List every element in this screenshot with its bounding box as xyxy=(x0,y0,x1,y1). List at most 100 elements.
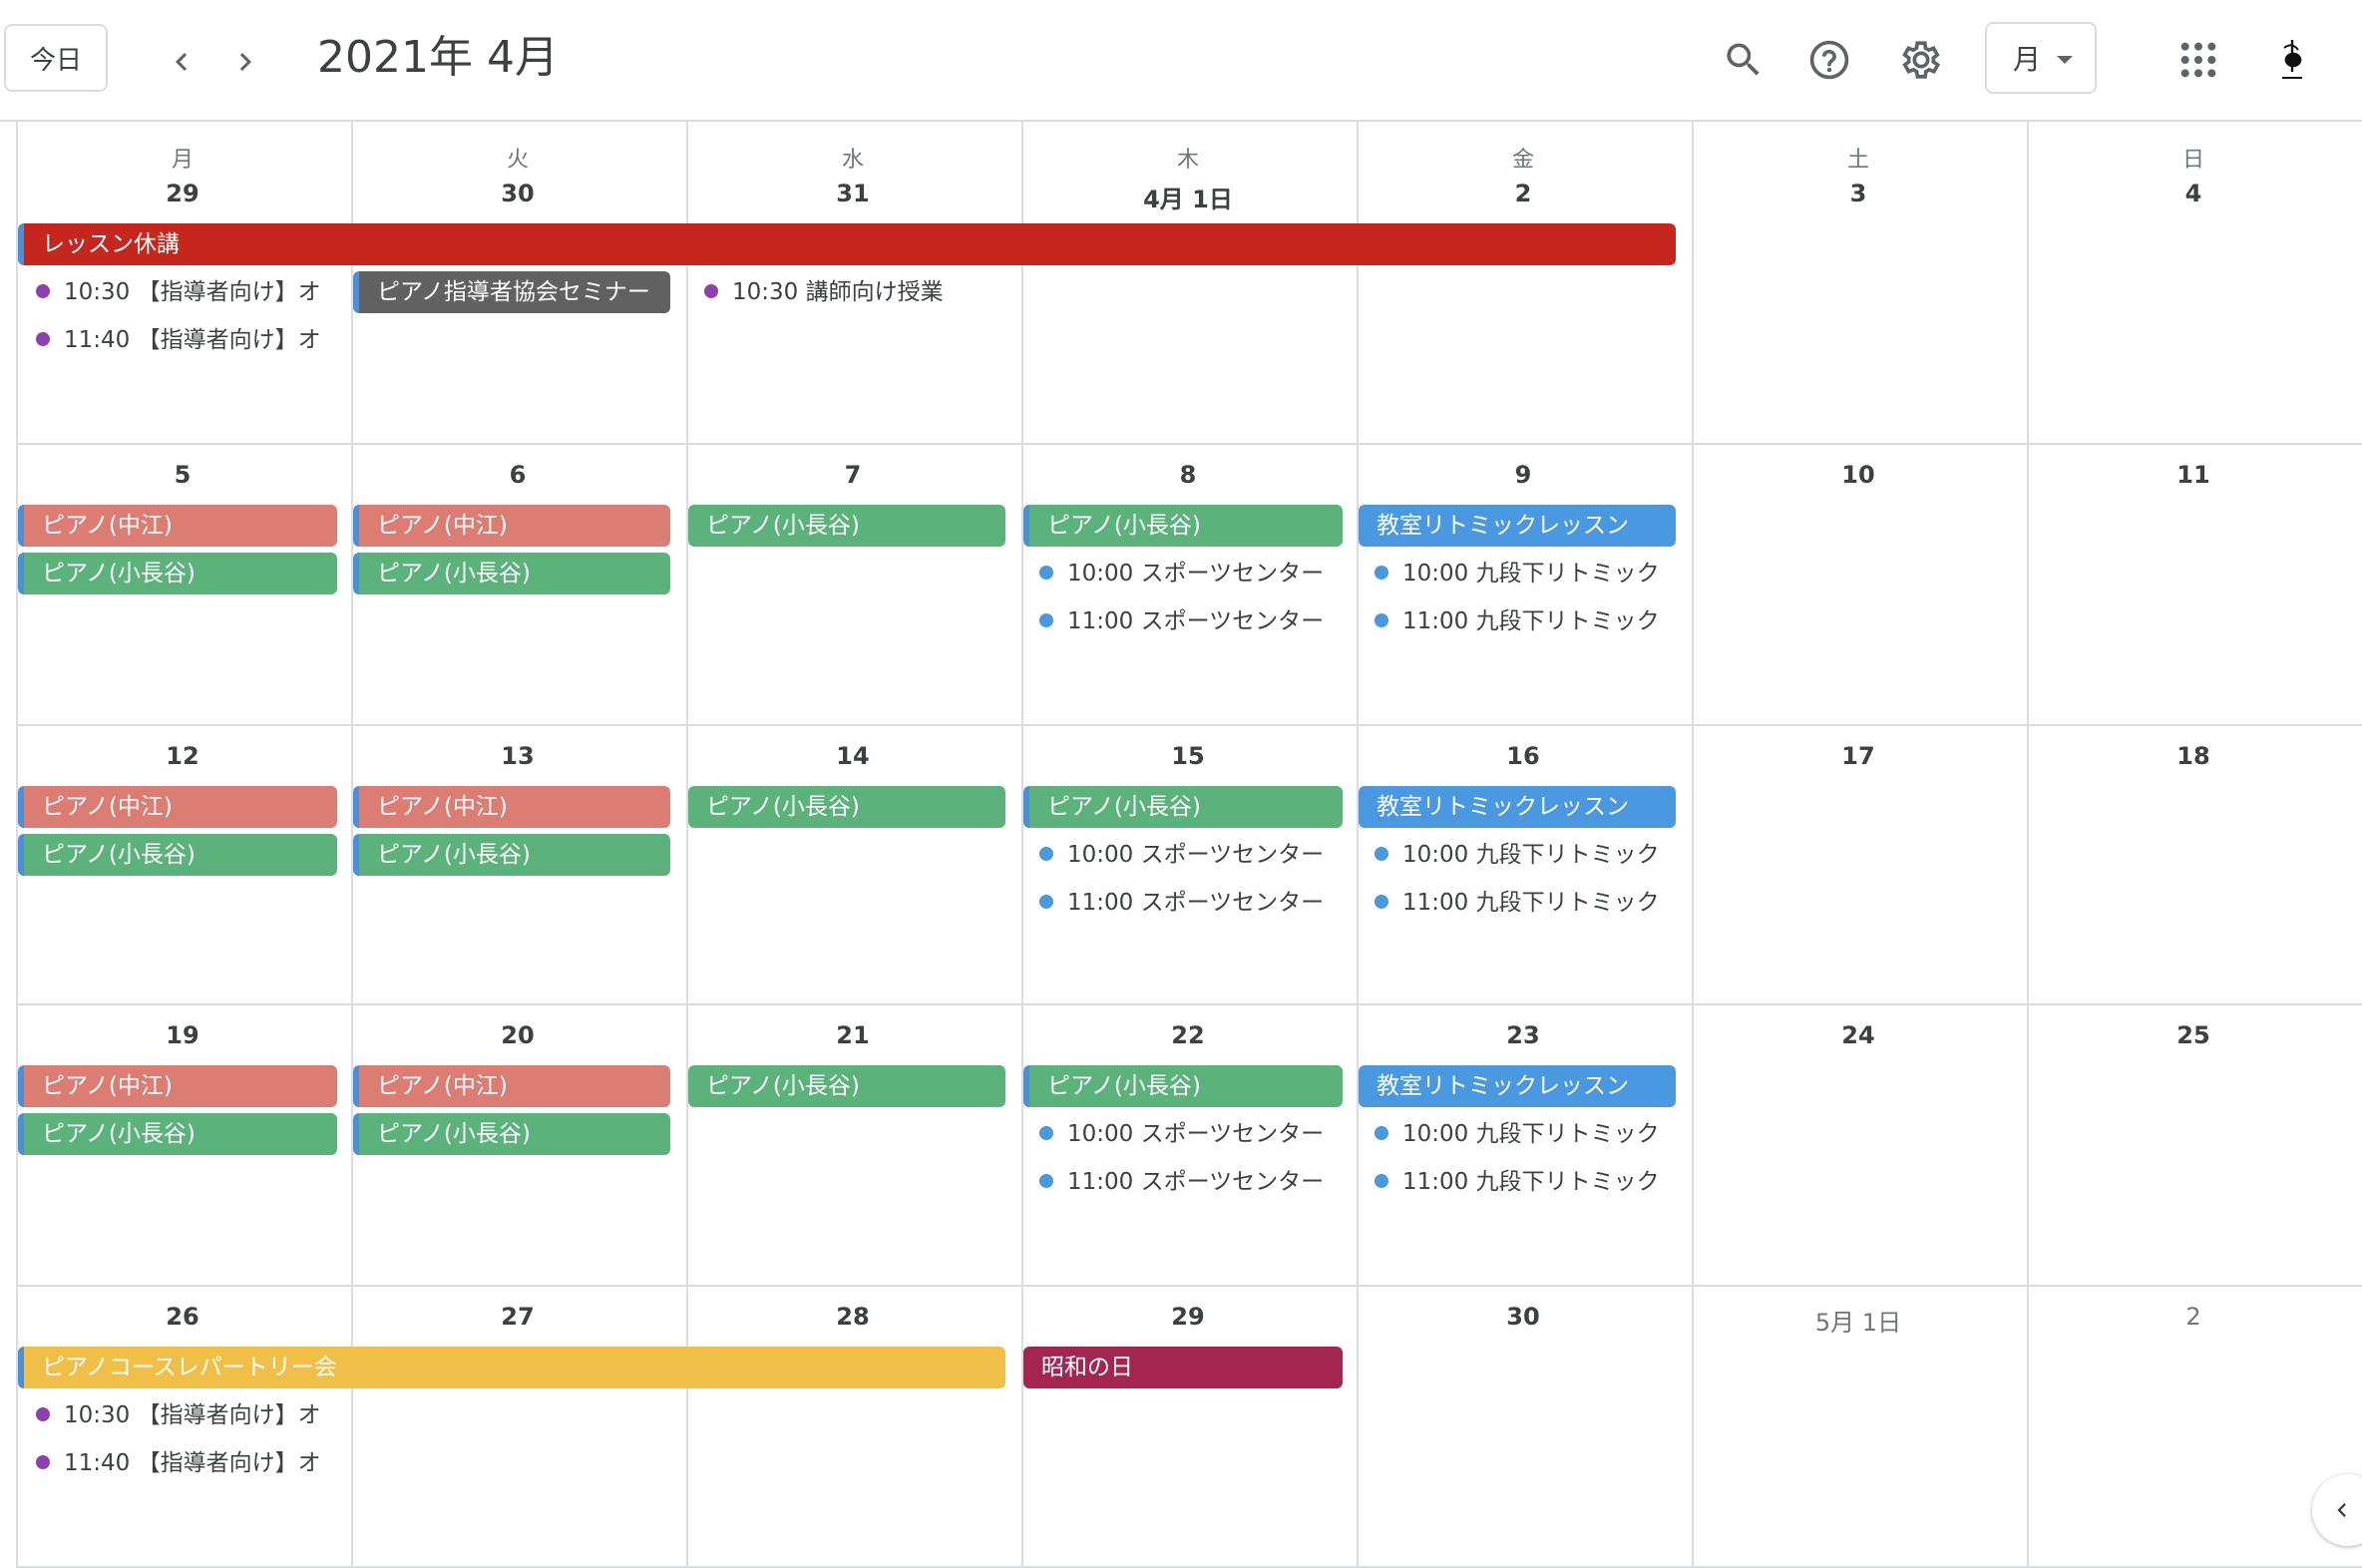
day-number[interactable]: 16 xyxy=(1357,742,1690,770)
day-number[interactable]: 27 xyxy=(351,1303,684,1331)
event-dot xyxy=(1039,1125,1053,1140)
event-chip[interactable]: ピアノ(中江) xyxy=(18,1065,337,1107)
event-label: 11:00 スポーツセンター xyxy=(1067,1169,1325,1195)
day-number[interactable]: 2 xyxy=(2027,1303,2360,1331)
day-number[interactable]: 7 xyxy=(686,461,1019,489)
day-number[interactable]: 4月 1日 xyxy=(1021,180,1355,214)
event-chip[interactable]: ピアノ(小長谷) xyxy=(18,1113,337,1155)
day-number[interactable]: 30 xyxy=(1357,1303,1690,1331)
day-number[interactable]: 19 xyxy=(16,1021,349,1049)
event-chip[interactable]: ピアノ(中江) xyxy=(18,786,337,828)
prev-month-button[interactable] xyxy=(154,34,209,90)
day-number[interactable]: 31 xyxy=(686,180,1019,207)
day-number[interactable]: 10 xyxy=(1692,461,2025,489)
day-number[interactable]: 6 xyxy=(351,461,684,489)
help-button[interactable] xyxy=(1797,28,1861,92)
day-number[interactable]: 26 xyxy=(16,1303,349,1331)
event-chip[interactable]: ピアノ指導者協会セミナー xyxy=(353,271,670,313)
account-button[interactable] xyxy=(2260,28,2324,92)
day-number[interactable]: 3 xyxy=(1692,180,2025,207)
day-number[interactable]: 24 xyxy=(1692,1021,2025,1049)
event-item[interactable]: 11:00 スポーツセンター xyxy=(1039,1161,1355,1203)
event-chip[interactable]: ピアノ(中江) xyxy=(353,786,670,828)
event-item[interactable]: 10:30 【指導者向け】オ xyxy=(36,1394,347,1436)
event-chip[interactable]: ピアノ(小長谷) xyxy=(1023,505,1343,547)
day-number[interactable]: 17 xyxy=(1692,742,2025,770)
event-chip[interactable]: ピアノ(小長谷) xyxy=(688,786,1005,828)
event-item[interactable]: 10:30 講師向け授業 xyxy=(704,271,1015,313)
event-chip[interactable]: ピアノ(小長谷) xyxy=(353,1113,670,1155)
day-number[interactable]: 28 xyxy=(686,1303,1019,1331)
day-number[interactable]: 30 xyxy=(351,180,684,207)
event-item[interactable]: 10:00 スポーツセンター xyxy=(1039,553,1355,594)
event-item[interactable]: 11:00 スポーツセンター xyxy=(1039,882,1355,924)
search-button[interactable] xyxy=(1712,28,1775,92)
event-dot xyxy=(1039,565,1053,580)
today-button[interactable]: 今日 xyxy=(4,24,108,92)
event-item[interactable]: 11:00 九段下リトミック xyxy=(1375,882,1690,924)
day-number[interactable]: 18 xyxy=(2027,742,2360,770)
event-chip[interactable]: ピアノ(小長谷) xyxy=(353,834,670,876)
event-chip[interactable]: ピアノ(小長谷) xyxy=(1023,1065,1343,1107)
event-chip[interactable]: レッスン休講 xyxy=(18,223,1676,265)
event-chip[interactable]: ピアノ(小長谷) xyxy=(18,553,337,594)
day-number[interactable]: 12 xyxy=(16,742,349,770)
event-chip[interactable]: 教室リトミックレッスン xyxy=(1359,505,1676,547)
day-number[interactable]: 21 xyxy=(686,1021,1019,1049)
day-number[interactable]: 5 xyxy=(16,461,349,489)
day-number[interactable]: 22 xyxy=(1021,1021,1355,1049)
event-label: 10:00 スポーツセンター xyxy=(1067,842,1325,868)
event-chip[interactable]: 昭和の日 xyxy=(1023,1347,1343,1388)
day-number[interactable]: 11 xyxy=(2027,461,2360,489)
event-dot xyxy=(1375,894,1388,909)
event-chip[interactable]: ピアノ(小長谷) xyxy=(353,553,670,594)
day-number[interactable]: 8 xyxy=(1021,461,1355,489)
event-chip[interactable]: ピアノ(小長谷) xyxy=(1023,786,1343,828)
day-number[interactable]: 2 xyxy=(1357,180,1690,207)
event-item[interactable]: 10:00 スポーツセンター xyxy=(1039,834,1355,876)
day-number[interactable]: 15 xyxy=(1021,742,1355,770)
day-number[interactable]: 25 xyxy=(2027,1021,2360,1049)
settings-button[interactable] xyxy=(1889,28,1953,92)
help-icon xyxy=(1809,40,1849,80)
day-number[interactable]: 13 xyxy=(351,742,684,770)
page-title: 2021年 4月 xyxy=(317,32,559,83)
event-chip[interactable]: 教室リトミックレッスン xyxy=(1359,1065,1676,1107)
event-item[interactable]: 10:00 九段下リトミック xyxy=(1375,553,1690,594)
day-number[interactable]: 23 xyxy=(1357,1021,1690,1049)
event-item[interactable]: 11:00 九段下リトミック xyxy=(1375,1161,1690,1203)
event-item[interactable]: 10:00 九段下リトミック xyxy=(1375,834,1690,876)
event-item[interactable]: 10:00 九段下リトミック xyxy=(1375,1113,1690,1155)
day-number[interactable]: 9 xyxy=(1357,461,1690,489)
event-chip[interactable]: ピアノ(小長谷) xyxy=(18,834,337,876)
event-chip[interactable]: ピアノ(中江) xyxy=(18,505,337,547)
event-chip[interactable]: ピアノ(小長谷) xyxy=(688,1065,1005,1107)
weekday-sat: 土 xyxy=(1846,148,1869,173)
event-chip[interactable]: ピアノコースレパートリー会 xyxy=(18,1347,1005,1388)
event-item[interactable]: 11:00 九段下リトミック xyxy=(1375,600,1690,642)
event-item[interactable]: 11:40 【指導者向け】オ xyxy=(36,319,347,361)
event-item[interactable]: 10:00 スポーツセンター xyxy=(1039,1113,1355,1155)
day-number[interactable]: 20 xyxy=(351,1021,684,1049)
event-dot xyxy=(1039,1173,1053,1188)
day-number[interactable]: 14 xyxy=(686,742,1019,770)
event-label: 11:00 九段下リトミック xyxy=(1402,890,1660,916)
view-selector[interactable]: 月 xyxy=(1985,22,2097,94)
event-chip[interactable]: ピアノ(中江) xyxy=(353,505,670,547)
event-dot xyxy=(1375,565,1388,580)
event-item[interactable]: 10:30 【指導者向け】オ xyxy=(36,271,347,313)
day-number[interactable]: 29 xyxy=(1021,1303,1355,1331)
next-month-button[interactable] xyxy=(217,34,273,90)
weekday-tue: 火 xyxy=(506,148,529,173)
event-chip[interactable]: ピアノ(中江) xyxy=(353,1065,670,1107)
event-item[interactable]: 11:00 スポーツセンター xyxy=(1039,600,1355,642)
event-chip[interactable]: 教室リトミックレッスン xyxy=(1359,786,1676,828)
apps-button[interactable] xyxy=(2166,28,2230,92)
event-chip[interactable]: ピアノ(小長谷) xyxy=(688,505,1005,547)
day-number[interactable]: 29 xyxy=(16,180,349,207)
day-number[interactable]: 4 xyxy=(2027,180,2360,207)
day-number[interactable]: 5月 1日 xyxy=(1692,1303,2025,1338)
event-item[interactable]: 11:40 【指導者向け】オ xyxy=(36,1442,347,1484)
weekday-mon: 月 xyxy=(171,148,194,173)
top-bar: 今日 2021年 4月 月 xyxy=(0,0,2362,122)
